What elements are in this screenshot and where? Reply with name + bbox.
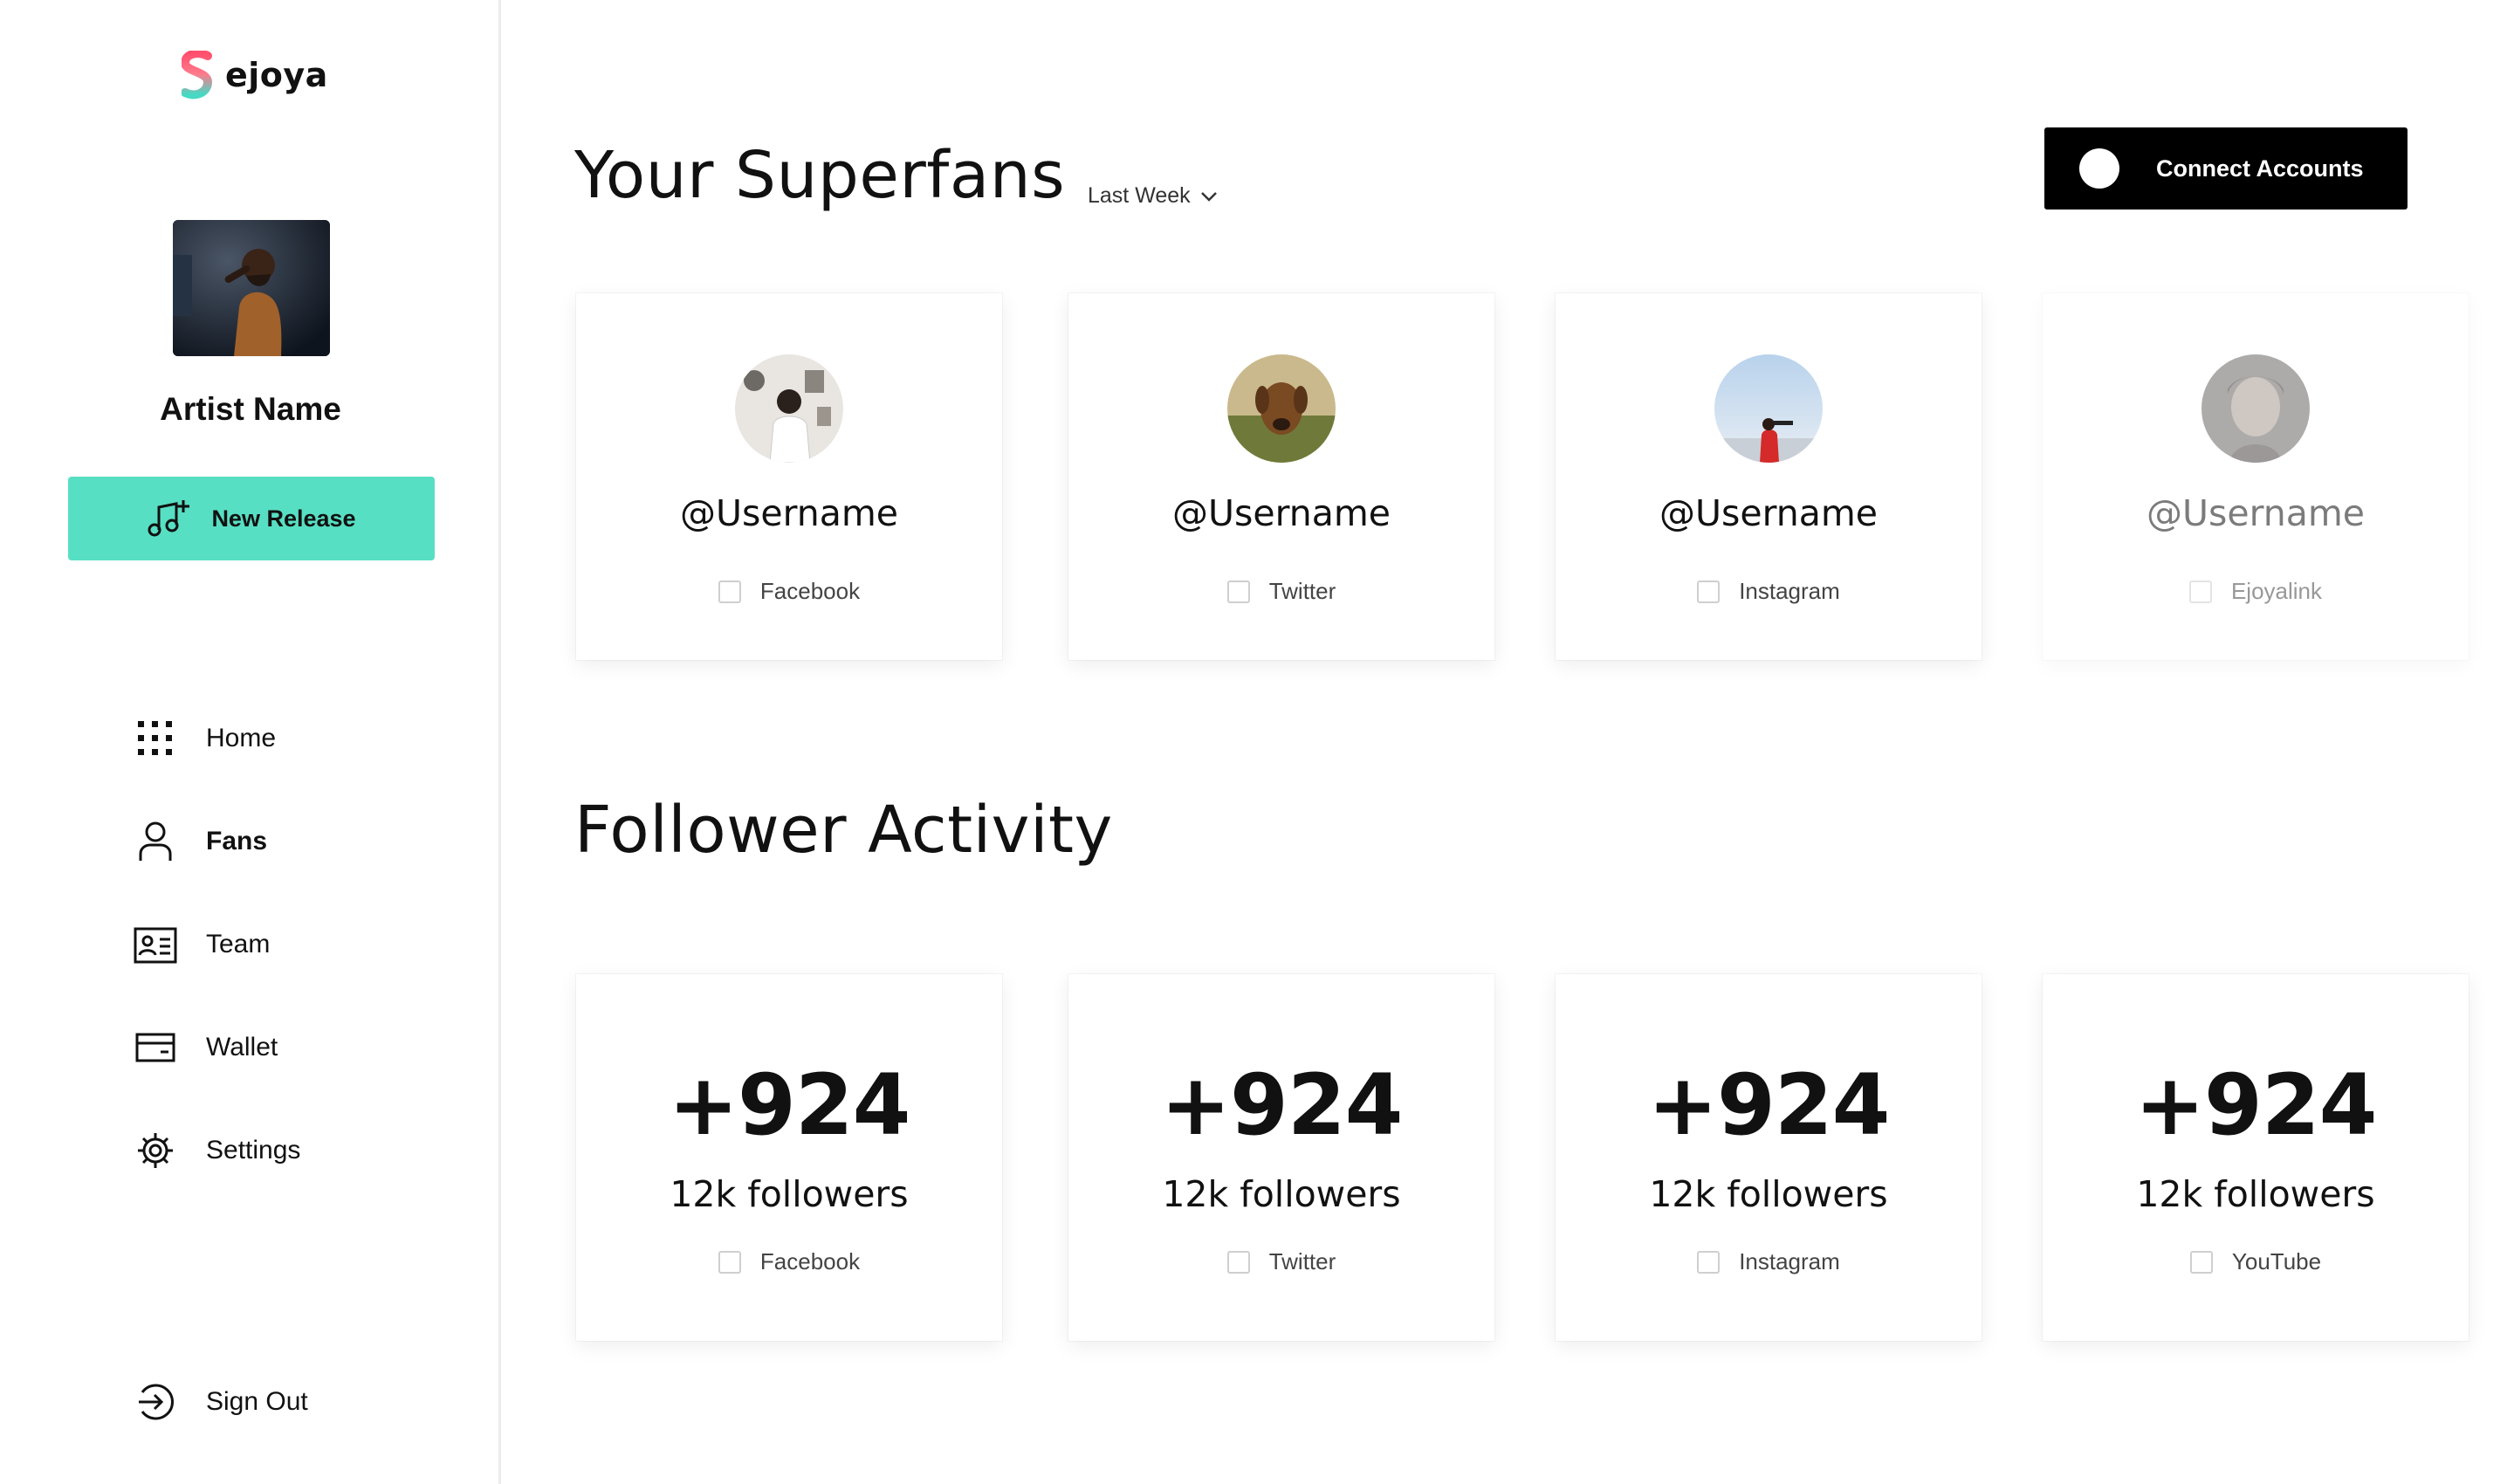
username: @Username — [679, 492, 898, 534]
platform-label: Twitter — [1268, 578, 1336, 604]
nav-label-team: Team — [206, 930, 271, 958]
avatar[interactable] — [2201, 354, 2310, 463]
nav-label-wallet: Wallet — [206, 1033, 278, 1061]
grid-icon — [133, 716, 178, 761]
follower-delta: +924 — [1160, 1056, 1404, 1154]
platform-label: Instagram — [1739, 578, 1840, 604]
platform-checkbox[interactable] — [1697, 1250, 1721, 1274]
platform-row: Twitter — [1068, 1248, 1494, 1275]
activity-card[interactable]: +924 12k followers YouTube — [2043, 974, 2469, 1341]
platform-label: Ejoyalink — [2230, 578, 2323, 604]
sidebar: ejoya Artist Name New Release Home Fans … — [0, 0, 501, 1484]
platform-label: Instagram — [1739, 1248, 1840, 1274]
follower-delta: +924 — [2134, 1056, 2378, 1154]
activity-card[interactable]: +924 12k followers Twitter — [1068, 974, 1494, 1341]
avatar[interactable] — [1227, 354, 1336, 463]
superfan-card[interactable]: @Username Facebook — [576, 293, 1002, 660]
nav-item-settings[interactable]: Settings — [133, 1124, 300, 1177]
follower-activity-title: Follower Activity — [574, 793, 1113, 868]
platform-label: YouTube — [2231, 1248, 2322, 1274]
activity-card[interactable]: +924 12k followers Instagram — [1556, 974, 1982, 1341]
music-note-add-icon — [148, 500, 190, 537]
nav-item-home[interactable]: Home — [133, 712, 276, 765]
nav-label-settings: Settings — [206, 1136, 301, 1165]
period-dropdown[interactable]: Last Week — [1088, 183, 1219, 209]
user-icon — [133, 819, 178, 864]
follower-count: 12k followers — [2136, 1173, 2375, 1215]
platform-checkbox[interactable] — [718, 580, 741, 603]
wallet-icon — [133, 1025, 178, 1070]
platform-row: Twitter — [1068, 578, 1494, 605]
artist-name: Artist Name — [160, 391, 341, 427]
new-release-button[interactable]: New Release — [68, 477, 435, 560]
username: @Username — [1659, 492, 1878, 534]
platform-label: Facebook — [759, 1248, 861, 1274]
platform-row: Facebook — [576, 1248, 1002, 1275]
nav-label-fans: Fans — [206, 827, 268, 855]
activity-card[interactable]: +924 12k followers Facebook — [576, 974, 1002, 1341]
superfans-title: Your Superfans — [574, 138, 1066, 213]
nav-item-fans[interactable]: Fans — [133, 815, 267, 868]
platform-checkbox[interactable] — [1697, 580, 1721, 603]
sign-out-icon — [133, 1379, 178, 1425]
new-release-label: New Release — [211, 505, 356, 532]
follower-count: 12k followers — [1649, 1173, 1888, 1215]
platform-row: Instagram — [1556, 1248, 1982, 1275]
platform-row: YouTube — [2043, 1248, 2469, 1275]
sign-out-button[interactable]: Sign Out — [133, 1376, 308, 1428]
contact-card-icon — [133, 922, 178, 967]
superfan-card[interactable]: @Username Instagram — [1556, 293, 1982, 660]
period-label: Last Week — [1088, 183, 1191, 208]
platform-checkbox[interactable] — [2189, 1250, 2213, 1274]
follower-delta: +924 — [1647, 1056, 1891, 1154]
platform-row: Instagram — [1556, 578, 1982, 605]
gear-icon — [133, 1128, 178, 1173]
avatar[interactable] — [1714, 354, 1823, 463]
artist-photo[interactable] — [173, 220, 330, 356]
username: @Username — [1171, 492, 1391, 534]
superfan-card[interactable]: @Username Twitter — [1068, 293, 1494, 660]
follower-count: 12k followers — [670, 1173, 909, 1215]
follower-delta: +924 — [668, 1056, 911, 1154]
chevron-down-icon — [1200, 191, 1217, 202]
platform-label: Facebook — [759, 578, 861, 604]
nav-label-home: Home — [206, 724, 277, 752]
sign-out-label: Sign Out — [206, 1387, 308, 1416]
nav-item-team[interactable]: Team — [133, 918, 270, 971]
platform-checkbox[interactable] — [718, 1250, 741, 1274]
platform-row: Ejoyalink — [2043, 578, 2469, 605]
nav-item-wallet[interactable]: Wallet — [133, 1021, 278, 1074]
username: @Username — [2146, 492, 2365, 534]
brand-name: ejoya — [225, 56, 328, 94]
connect-accounts-label: Connect Accounts — [2156, 155, 2364, 182]
ejoya-logo-icon — [182, 51, 213, 100]
platform-checkbox[interactable] — [1226, 580, 1250, 603]
platform-label: Twitter — [1268, 1248, 1336, 1274]
platform-checkbox[interactable] — [1226, 1250, 1250, 1274]
avatar[interactable] — [735, 354, 843, 463]
brand-logo[interactable]: ejoya — [182, 51, 328, 100]
connect-accounts-button[interactable]: Connect Accounts — [2044, 127, 2408, 210]
superfan-card[interactable]: @Username Ejoyalink — [2043, 293, 2469, 660]
follower-count: 12k followers — [1162, 1173, 1401, 1215]
platform-row: Facebook — [576, 578, 1002, 605]
platform-checkbox[interactable] — [2188, 580, 2212, 603]
toggle-dot-icon — [2079, 148, 2119, 189]
